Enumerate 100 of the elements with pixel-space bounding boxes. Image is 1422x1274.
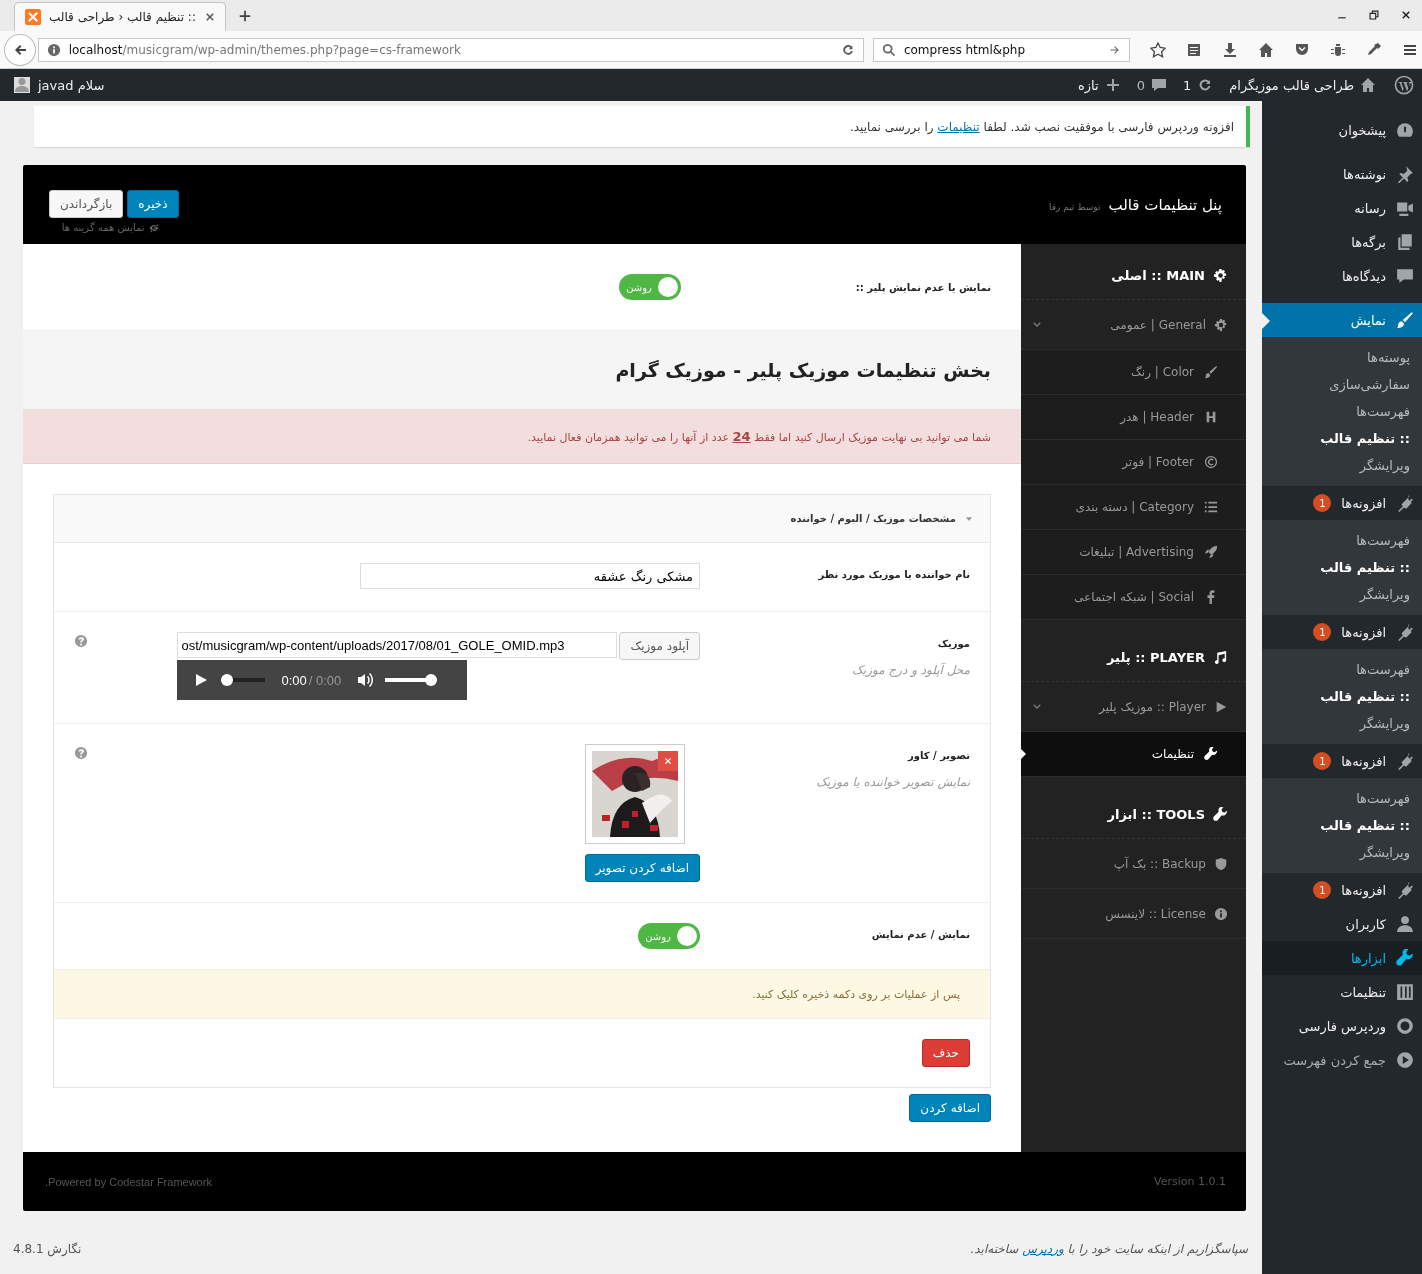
- comment-icon: [1150, 77, 1167, 93]
- submenu-item[interactable]: :: تنظیم قالب: [1262, 554, 1422, 581]
- play-icon: [1214, 699, 1228, 714]
- save-button[interactable]: ذخیره: [127, 190, 179, 218]
- submenu-item[interactable]: فهرست‌ها: [1262, 785, 1422, 812]
- nav-subitem[interactable]: Color | رنگ: [1021, 350, 1246, 395]
- file-url-input[interactable]: ost/musicgram/wp-content/uploads/2017/08/01_GOLE_OMID.mp3: [177, 632, 618, 658]
- sidebar-item[interactable]: نمایش: [1262, 303, 1422, 337]
- count-badge: 1: [1313, 881, 1332, 899]
- submenu-item[interactable]: ویرایشگر: [1262, 839, 1422, 866]
- submenu-item[interactable]: سفارشی‌سازی: [1262, 371, 1422, 398]
- updates-link[interactable]: 1: [1174, 77, 1222, 93]
- volume-handle[interactable]: [425, 674, 438, 686]
- sidebar-item[interactable]: کاربران: [1262, 907, 1422, 941]
- remove-image-button[interactable]: [657, 751, 678, 771]
- home-icon: [1360, 77, 1376, 93]
- reading-list-icon[interactable]: [1186, 41, 1202, 58]
- back-button[interactable]: [4, 33, 36, 66]
- nav-subitem[interactable]: Social | شبکه اجتماعی: [1021, 575, 1246, 620]
- progress-handle[interactable]: [221, 674, 234, 686]
- help-icon[interactable]: [74, 634, 88, 648]
- sidebar-item[interactable]: پیشخوان: [1262, 113, 1422, 147]
- name-input[interactable]: مشکی رنگ عشقه: [360, 563, 700, 589]
- add-button[interactable]: اضافه کردن: [909, 1094, 991, 1122]
- copyright-icon: [1204, 455, 1218, 469]
- submenu-item[interactable]: فهرست‌ها: [1262, 398, 1422, 425]
- new-link[interactable]: تازه: [1070, 77, 1129, 93]
- submenu-item[interactable]: :: تنظیم قالب: [1262, 812, 1422, 839]
- settings-link[interactable]: تنظیمات: [937, 119, 980, 134]
- sidebar-item[interactable]: رسانه: [1262, 191, 1422, 225]
- close-icon[interactable]: [1400, 9, 1412, 21]
- account-link[interactable]: سلام javad: [6, 77, 113, 93]
- comment-icon: [1396, 267, 1414, 285]
- browser-tab[interactable]: :: تنظیم قالب ‹ طراحی قالب: [14, 2, 226, 31]
- sidebar-item[interactable]: نوشته‌ها: [1262, 157, 1422, 191]
- submenu-item[interactable]: ویرایشگر: [1262, 581, 1422, 608]
- sliders-icon: [1396, 983, 1414, 1001]
- submenu-item[interactable]: ویرایشگر: [1262, 452, 1422, 479]
- duration: / 0:00: [308, 672, 342, 688]
- plug-icon: [1396, 752, 1414, 770]
- sidebar-item[interactable]: برگه‌ها: [1262, 225, 1422, 259]
- nav-subitem[interactable]: Advertising | تبلیغات: [1021, 530, 1246, 575]
- download-icon[interactable]: [1222, 41, 1238, 58]
- field-label: نمایش یا عدم نمایش پلیر ::: [854, 281, 991, 293]
- shield-icon: [1214, 856, 1228, 871]
- sidebar-item[interactable]: ابزارها: [1262, 941, 1422, 975]
- submenu-item[interactable]: :: تنظیم قالب: [1262, 683, 1422, 710]
- delete-button[interactable]: حذف: [921, 1039, 970, 1067]
- powered-by-text: Powered by Codestar Framework.: [45, 1175, 212, 1188]
- brush-icon: [1204, 365, 1218, 379]
- media-icon: [1396, 199, 1414, 217]
- nav-subitem[interactable]: Category | دسته بندی: [1021, 485, 1246, 530]
- pocket-icon[interactable]: [1294, 41, 1310, 58]
- sidebar-item[interactable]: دیدگاه‌ها: [1262, 259, 1422, 293]
- submenu-item[interactable]: :: تنظیم قالب: [1262, 425, 1422, 452]
- sidebar-item[interactable]: جمع کردن فهرست: [1262, 1043, 1422, 1077]
- logo-icon[interactable]: [1394, 75, 1414, 95]
- search-field[interactable]: compress html&php: [872, 37, 1130, 62]
- field-label: تصویر / کاور: [906, 750, 970, 761]
- home-icon[interactable]: [1258, 41, 1274, 58]
- restore-icon[interactable]: [1368, 9, 1380, 21]
- info-icon[interactable]: [46, 42, 61, 57]
- nav-subitem[interactable]: Header | هدر: [1021, 395, 1246, 440]
- submenu-item[interactable]: فهرست‌ها: [1262, 656, 1422, 683]
- current-time: 0:00: [281, 672, 307, 688]
- count-badge: 1: [1313, 752, 1332, 770]
- search-text: compress html&php: [903, 42, 1026, 57]
- list-icon: [1204, 500, 1218, 514]
- sidebar-item[interactable]: تنظیمات: [1262, 975, 1422, 1009]
- upload-button[interactable]: آپلود موزیک: [619, 632, 700, 660]
- bug-icon[interactable]: [1330, 41, 1346, 58]
- show-all-link[interactable]: نمایش همه گزینه ها: [61, 222, 159, 233]
- notice-text: افزونه وردپرس فارسی با موفقیت نصب شد. لطفا تنظیمات را بررسی نمایید.: [849, 119, 1234, 134]
- comments-link[interactable]: 0: [1128, 77, 1175, 93]
- new-tab-icon[interactable]: [238, 9, 252, 23]
- volume-icon[interactable]: [357, 672, 374, 688]
- close-icon[interactable]: [203, 11, 216, 23]
- submenu-item[interactable]: فهرست‌ها: [1262, 527, 1422, 554]
- site-name-link[interactable]: طراحی قالب موزیگرام: [1221, 77, 1384, 93]
- wordpress-link[interactable]: وردپرس: [1022, 1242, 1064, 1256]
- letter-h-icon: [1204, 410, 1218, 424]
- brush-icon: [1396, 311, 1414, 329]
- add-image-button[interactable]: اضافه کردن تصویر: [584, 854, 700, 882]
- star-icon[interactable]: [1150, 41, 1166, 58]
- address-field[interactable]: localhost/musicgram/wp-admin/themes.php?page=cs-framework: [37, 37, 864, 62]
- eyedropper-icon[interactable]: [1366, 41, 1382, 58]
- reset-button[interactable]: بازگرداندن: [49, 190, 124, 218]
- submenu-item[interactable]: ویرایشگر: [1262, 710, 1422, 737]
- help-icon[interactable]: [74, 746, 88, 760]
- wrench-icon: [1396, 949, 1414, 967]
- sidebar-item[interactable]: وردپرس فارسی: [1262, 1009, 1422, 1043]
- group-header[interactable]: مشخصات موزیک / البوم / خواننده: [54, 495, 990, 543]
- url-text: localhost/musicgram/wp-admin/themes.php?page=cs-framework: [68, 42, 461, 57]
- nav-subitem[interactable]: تنظیمات: [1021, 732, 1246, 777]
- submenu-item[interactable]: پوسته‌ها: [1262, 344, 1422, 371]
- avatar-icon: [14, 77, 30, 93]
- reload-icon[interactable]: [840, 42, 855, 57]
- nav-subitem[interactable]: Footer | فوتر: [1021, 440, 1246, 485]
- gauge-icon: [1396, 121, 1414, 139]
- info-icon: [1214, 906, 1228, 921]
